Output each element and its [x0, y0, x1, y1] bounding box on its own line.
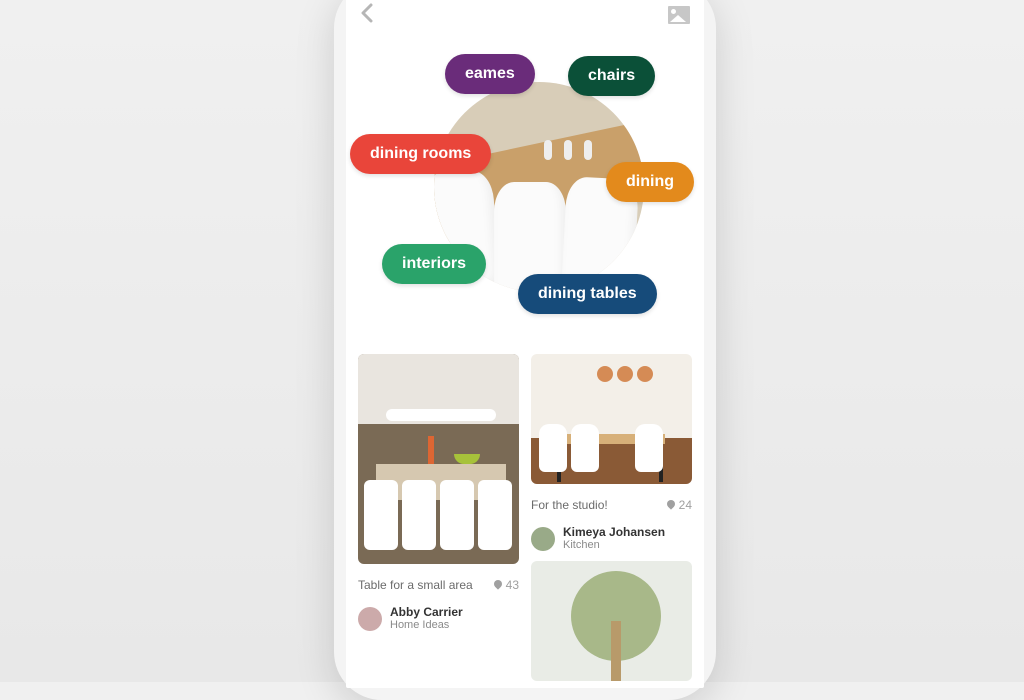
pin-icon	[665, 498, 676, 509]
pin-author[interactable]: Kimeya Johansen Kitchen	[531, 526, 692, 551]
tag-dining[interactable]: dining	[606, 162, 694, 202]
back-button[interactable]	[360, 3, 374, 28]
pin-caption: For the studio!	[531, 498, 608, 512]
chevron-left-icon	[360, 3, 374, 23]
pin-image[interactable]	[358, 354, 519, 564]
feed-col-left: Table for a small area 43 Abby Carrier H…	[358, 354, 519, 681]
tag-dining-tables[interactable]: dining tables	[518, 274, 657, 314]
pin-caption: Table for a small area	[358, 578, 473, 592]
feed-col-right: For the studio! 24 Kimeya Johansen Kitch…	[531, 354, 692, 681]
pin-caption-row: For the studio! 24	[531, 498, 692, 512]
pin-caption-row: Table for a small area 43	[358, 578, 519, 592]
app-screen: eames chairs dining rooms dining interio…	[346, 0, 704, 688]
feed: Table for a small area 43 Abby Carrier H…	[346, 354, 704, 681]
image-icon[interactable]	[668, 6, 690, 24]
author-name: Abby Carrier	[390, 606, 463, 619]
pin-image[interactable]	[531, 561, 692, 681]
pin-author[interactable]: Abby Carrier Home Ideas	[358, 606, 519, 631]
avatar	[531, 527, 555, 551]
pin-count-value: 43	[506, 578, 519, 592]
phone-frame: eames chairs dining rooms dining interio…	[334, 0, 716, 700]
author-board: Home Ideas	[390, 619, 463, 631]
pin-count-value: 24	[679, 498, 692, 512]
top-bar	[346, 0, 704, 38]
avatar	[358, 607, 382, 631]
tag-eames[interactable]: eames	[445, 54, 535, 94]
author-board: Kitchen	[563, 539, 665, 551]
tag-interiors[interactable]: interiors	[382, 244, 486, 284]
pin-count: 24	[667, 498, 692, 512]
tag-chairs[interactable]: chairs	[568, 56, 655, 96]
visual-search-hero: eames chairs dining rooms dining interio…	[346, 44, 704, 336]
pin-count: 43	[494, 578, 519, 592]
tag-dining-rooms[interactable]: dining rooms	[350, 134, 491, 174]
pin-icon	[492, 578, 503, 589]
author-name: Kimeya Johansen	[563, 526, 665, 539]
pin-image[interactable]	[531, 354, 692, 484]
